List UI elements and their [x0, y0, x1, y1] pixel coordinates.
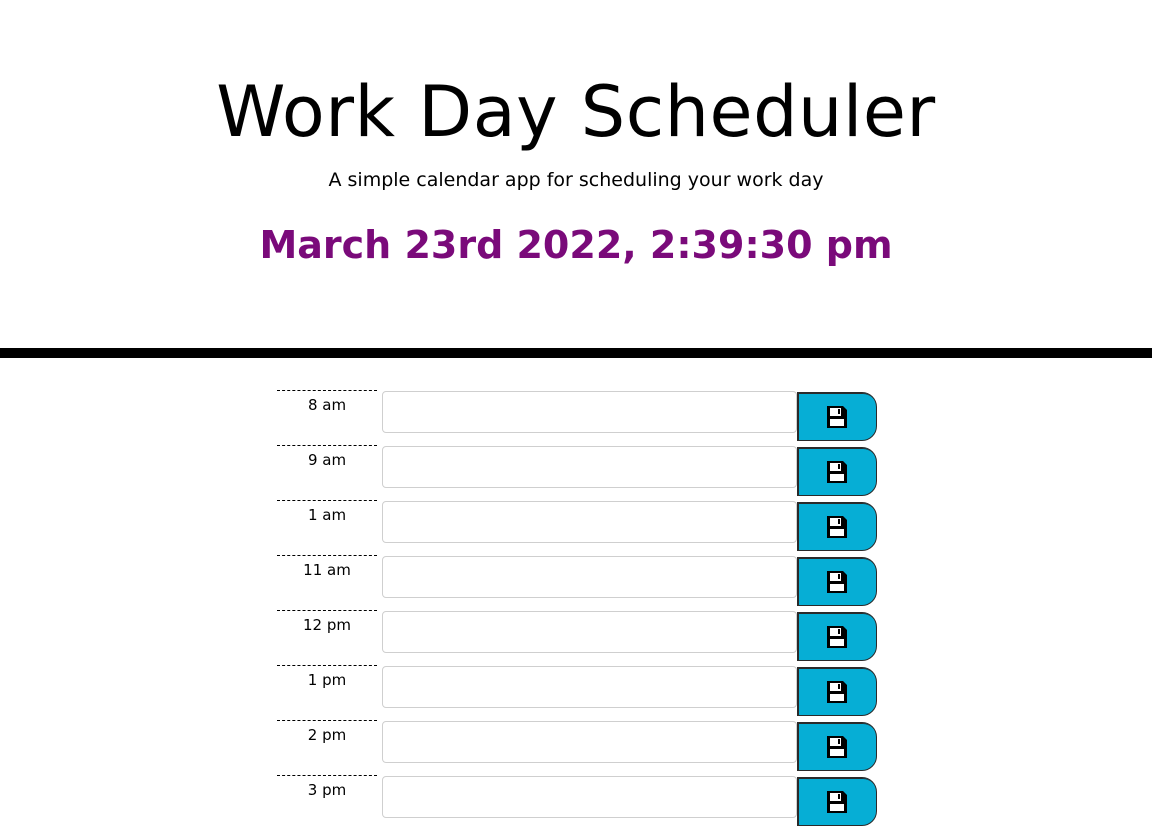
time-block-row: 8 am: [277, 390, 877, 445]
save-icon: [826, 405, 848, 429]
hour-label: 1 am: [277, 500, 377, 555]
current-datetime: March 23rd 2022, 2:39:30 pm: [259, 223, 893, 267]
save-icon: [826, 735, 848, 759]
event-description-input[interactable]: [382, 776, 797, 818]
event-description-input[interactable]: [382, 666, 797, 708]
hour-label: 8 am: [277, 390, 377, 445]
hour-label: 3 pm: [277, 775, 377, 830]
save-button[interactable]: [797, 667, 877, 716]
hour-label: 9 am: [277, 445, 377, 500]
page-header: Work Day Scheduler A simple calendar app…: [0, 0, 1152, 358]
save-button[interactable]: [797, 777, 877, 826]
save-button[interactable]: [797, 612, 877, 661]
save-button[interactable]: [797, 557, 877, 606]
hour-label: 2 pm: [277, 720, 377, 775]
time-block-row: 2 pm: [277, 720, 877, 775]
page-title: Work Day Scheduler: [216, 71, 936, 153]
hour-label: 1 pm: [277, 665, 377, 720]
event-description-input[interactable]: [382, 391, 797, 433]
hour-label: 11 am: [277, 555, 377, 610]
event-description-input[interactable]: [382, 501, 797, 543]
save-icon: [826, 460, 848, 484]
event-description-input[interactable]: [382, 611, 797, 653]
event-description-input[interactable]: [382, 556, 797, 598]
hour-label: 12 pm: [277, 610, 377, 665]
save-icon: [826, 680, 848, 704]
save-icon: [826, 570, 848, 594]
time-block-row: 11 am: [277, 555, 877, 610]
event-description-input[interactable]: [382, 446, 797, 488]
save-icon: [826, 790, 848, 814]
time-block-row: 9 am: [277, 445, 877, 500]
event-description-input[interactable]: [382, 721, 797, 763]
time-block-row: 1 am: [277, 500, 877, 555]
time-block-row: 12 pm: [277, 610, 877, 665]
time-block-row: 3 pm: [277, 775, 877, 830]
page-subtitle: A simple calendar app for scheduling you…: [328, 169, 824, 191]
save-button[interactable]: [797, 447, 877, 496]
save-button[interactable]: [797, 502, 877, 551]
save-icon: [826, 515, 848, 539]
save-icon: [826, 625, 848, 649]
save-button[interactable]: [797, 722, 877, 771]
schedule-container: 8 am 9 am 1 am 11 am 12 pm 1 pm 2 pm 3 p…: [277, 390, 877, 830]
save-button[interactable]: [797, 392, 877, 441]
time-block-row: 1 pm: [277, 665, 877, 720]
